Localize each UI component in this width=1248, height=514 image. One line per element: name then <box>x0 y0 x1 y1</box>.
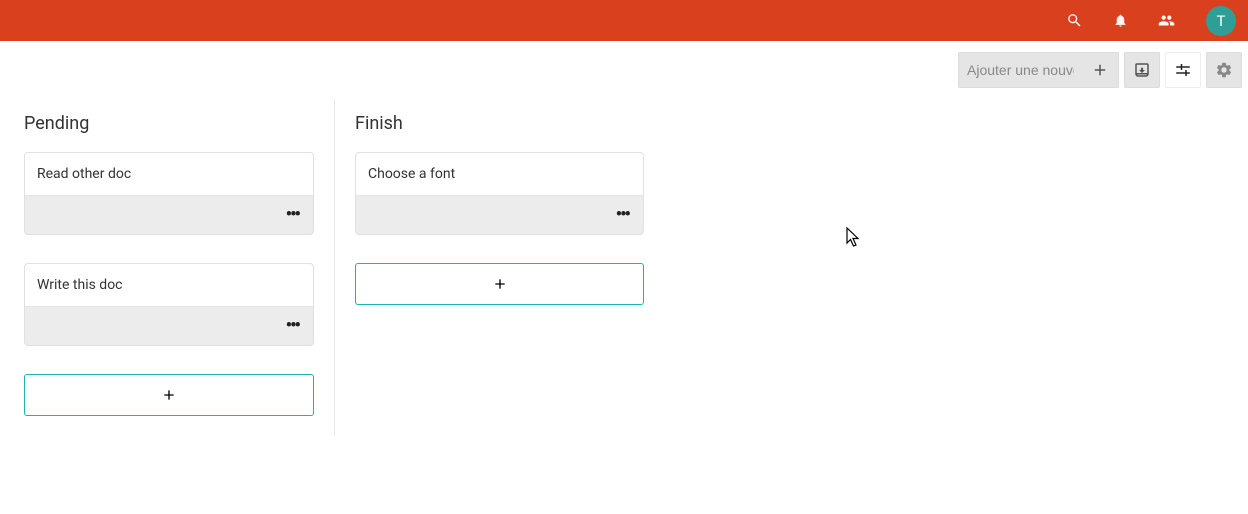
column-title: Finish <box>355 113 644 134</box>
plus-icon <box>492 276 508 292</box>
plus-icon <box>161 387 177 403</box>
card-title: Choose a font <box>356 153 643 196</box>
kanban-card[interactable]: Write this doc ••• <box>24 263 314 346</box>
card-actions: ••• <box>25 196 313 234</box>
app-header: T <box>0 0 1248 41</box>
card-actions: ••• <box>25 307 313 345</box>
column-pending: Pending Read other doc ••• Write this do… <box>4 99 334 436</box>
search-icon[interactable] <box>1064 11 1084 31</box>
kanban-board: Pending Read other doc ••• Write this do… <box>0 99 1248 436</box>
add-column-input[interactable] <box>959 53 1082 87</box>
add-card-button[interactable] <box>355 263 644 305</box>
more-icon[interactable]: ••• <box>286 317 299 335</box>
card-title: Read other doc <box>25 153 313 196</box>
people-icon[interactable] <box>1156 11 1176 31</box>
avatar-initial: T <box>1217 12 1226 30</box>
avatar[interactable]: T <box>1206 6 1236 36</box>
add-column-button[interactable] <box>1082 53 1118 87</box>
column-title: Pending <box>24 113 314 134</box>
kanban-card[interactable]: Read other doc ••• <box>24 152 314 235</box>
archive-button[interactable] <box>1124 52 1160 88</box>
column-finish: Finish Choose a font ••• <box>334 99 664 436</box>
filter-button[interactable] <box>1165 52 1201 88</box>
settings-button[interactable] <box>1206 52 1242 88</box>
board-toolbar <box>0 41 1248 99</box>
card-title: Write this doc <box>25 264 313 307</box>
card-actions: ••• <box>356 196 643 234</box>
kanban-card[interactable]: Choose a font ••• <box>355 152 644 235</box>
add-column-group <box>958 52 1119 88</box>
more-icon[interactable]: ••• <box>286 206 299 224</box>
add-card-button[interactable] <box>24 374 314 416</box>
more-icon[interactable]: ••• <box>616 206 629 224</box>
notifications-icon[interactable] <box>1110 11 1130 31</box>
